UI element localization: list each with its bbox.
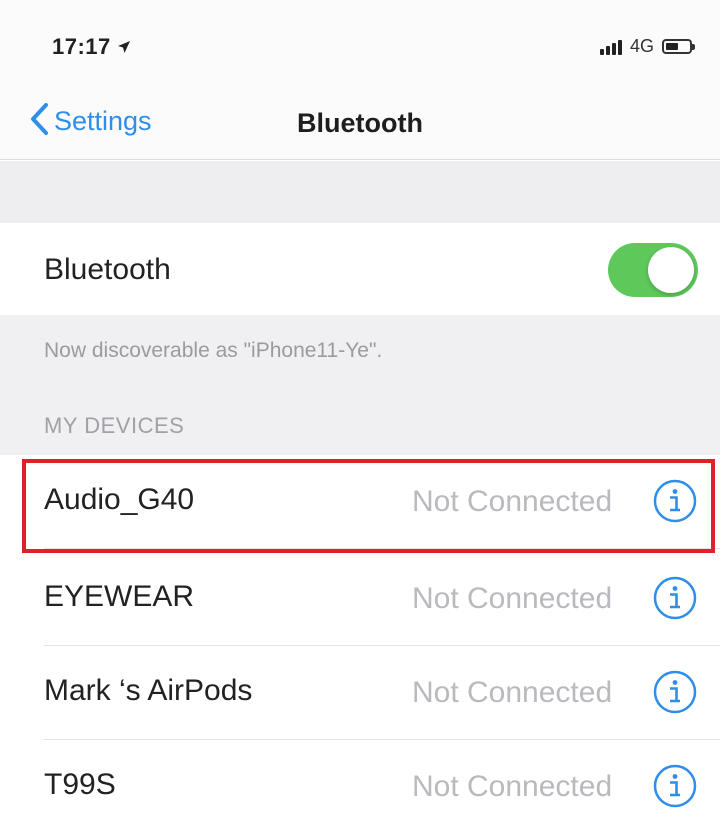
info-icon[interactable]	[652, 763, 698, 809]
page-title: Bluetooth	[297, 108, 423, 138]
battery-icon	[662, 39, 695, 54]
status-indicators: 4G	[599, 36, 695, 57]
device-name: EYEWEAR	[44, 580, 195, 613]
info-icon[interactable]	[652, 575, 698, 621]
device-name: Mark ‘s AirPods	[44, 674, 253, 707]
status-bar: 17:17 4G	[0, 0, 720, 90]
device-row-marks-airpods[interactable]: Mark ‘s AirPods Not Connected	[0, 646, 720, 740]
signal-icon	[599, 39, 622, 55]
device-status: Not Connected	[412, 485, 613, 518]
device-status: Not Connected	[412, 770, 613, 803]
status-time: 17:17	[52, 34, 131, 60]
device-row-audio-g40[interactable]: Audio_G40 Not Connected	[0, 455, 720, 549]
row-separator	[44, 548, 720, 549]
section-header-my-devices: MY DEVICES	[44, 413, 185, 438]
network-type: 4G	[629, 36, 654, 56]
status-time-text: 17:17	[52, 34, 111, 59]
device-row-t99s[interactable]: T99S Not Connected	[0, 740, 720, 829]
device-status: Not Connected	[412, 582, 613, 615]
bluetooth-label: Bluetooth	[44, 253, 171, 286]
info-icon[interactable]	[652, 478, 698, 524]
section-spacer	[0, 161, 720, 223]
info-icon[interactable]	[652, 669, 698, 715]
discoverable-text: Now discoverable as "iPhone11-Ye".	[44, 339, 383, 362]
toggle-knob	[648, 247, 694, 293]
device-status: Not Connected	[412, 676, 613, 709]
device-name: Audio_G40	[44, 483, 195, 516]
device-name: T99S	[44, 768, 116, 801]
navigation-bar: Settings Bluetooth	[0, 90, 720, 160]
location-arrow-icon	[117, 34, 131, 60]
device-row-eyewear[interactable]: EYEWEAR Not Connected	[0, 552, 720, 646]
bluetooth-toggle[interactable]	[608, 243, 698, 297]
